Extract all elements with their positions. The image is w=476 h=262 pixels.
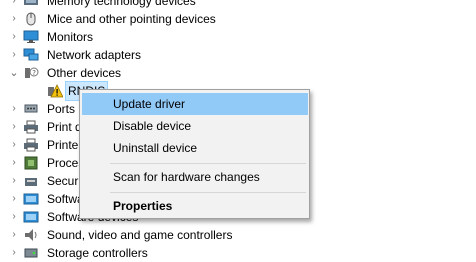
chevron-right-icon[interactable]: › — [9, 0, 19, 10]
menu-item-properties[interactable]: Properties — [82, 195, 308, 217]
software-icon — [23, 211, 39, 223]
tree-item-sound-video[interactable]: › Sound, video and game controllers — [0, 226, 476, 244]
chevron-right-icon[interactable]: › — [9, 172, 19, 190]
network-adapter-icon — [23, 48, 39, 61]
chevron-right-icon[interactable]: › — [9, 100, 19, 118]
svg-text:?: ? — [32, 69, 36, 77]
menu-item-update-driver[interactable]: Update driver — [82, 93, 308, 115]
software-icon — [23, 193, 39, 205]
memory-chip-icon — [24, 0, 38, 5]
chevron-right-icon[interactable]: › — [9, 190, 19, 208]
tree-item-memory-technology-devices[interactable]: › Memory technology devices — [0, 0, 476, 10]
chevron-right-icon[interactable]: › — [9, 226, 19, 244]
tree-item-label: Other devices — [47, 66, 122, 80]
menu-separator — [110, 163, 306, 164]
processor-icon — [24, 156, 38, 170]
tree-item-label: Network adapters — [47, 48, 142, 62]
monitor-icon — [23, 30, 39, 43]
mouse-icon — [26, 12, 36, 26]
tree-item-label: Mice and other pointing devices — [47, 12, 216, 26]
tree-item-network-adapters[interactable]: › Network adapters — [0, 46, 476, 64]
warning-device-icon — [48, 84, 63, 98]
chevron-right-icon[interactable]: › — [9, 244, 19, 262]
chevron-right-icon[interactable]: › — [9, 46, 19, 64]
chevron-right-icon[interactable]: › — [9, 28, 19, 46]
menu-item-scan-hardware[interactable]: Scan for hardware changes — [82, 166, 308, 188]
menu-item-uninstall-device[interactable]: Uninstall device — [82, 137, 308, 159]
tree-item-label: Monitors — [47, 30, 94, 44]
menu-separator — [110, 192, 306, 193]
tree-item-label: Storage controllers — [47, 246, 148, 260]
tree-item-storage-controllers[interactable]: › Storage controllers — [0, 244, 476, 262]
chevron-right-icon[interactable]: › — [9, 154, 19, 172]
tree-item-label: Sound, video and game controllers — [47, 228, 233, 242]
context-menu: Update driver Disable device Uninstall d… — [79, 89, 310, 219]
tree-item-other-devices[interactable]: ⌄ ? Other devices — [0, 64, 476, 82]
printer-icon — [24, 138, 38, 152]
tree-item-label: Memory technology devices — [47, 0, 196, 8]
security-icon — [25, 178, 37, 186]
tree-item-monitors[interactable]: › Monitors — [0, 28, 476, 46]
unknown-device-icon: ? — [25, 67, 39, 78]
printer-icon — [24, 120, 38, 134]
port-icon — [24, 104, 38, 113]
chevron-right-icon[interactable]: › — [9, 10, 19, 28]
speaker-icon — [25, 229, 37, 241]
chevron-right-icon[interactable]: › — [9, 208, 19, 226]
chevron-down-icon[interactable]: ⌄ — [9, 64, 19, 82]
chevron-right-icon[interactable]: › — [9, 118, 19, 136]
menu-item-disable-device[interactable]: Disable device — [82, 115, 308, 137]
chevron-right-icon[interactable]: › — [9, 136, 19, 154]
tree-item-mice[interactable]: › Mice and other pointing devices — [0, 10, 476, 28]
